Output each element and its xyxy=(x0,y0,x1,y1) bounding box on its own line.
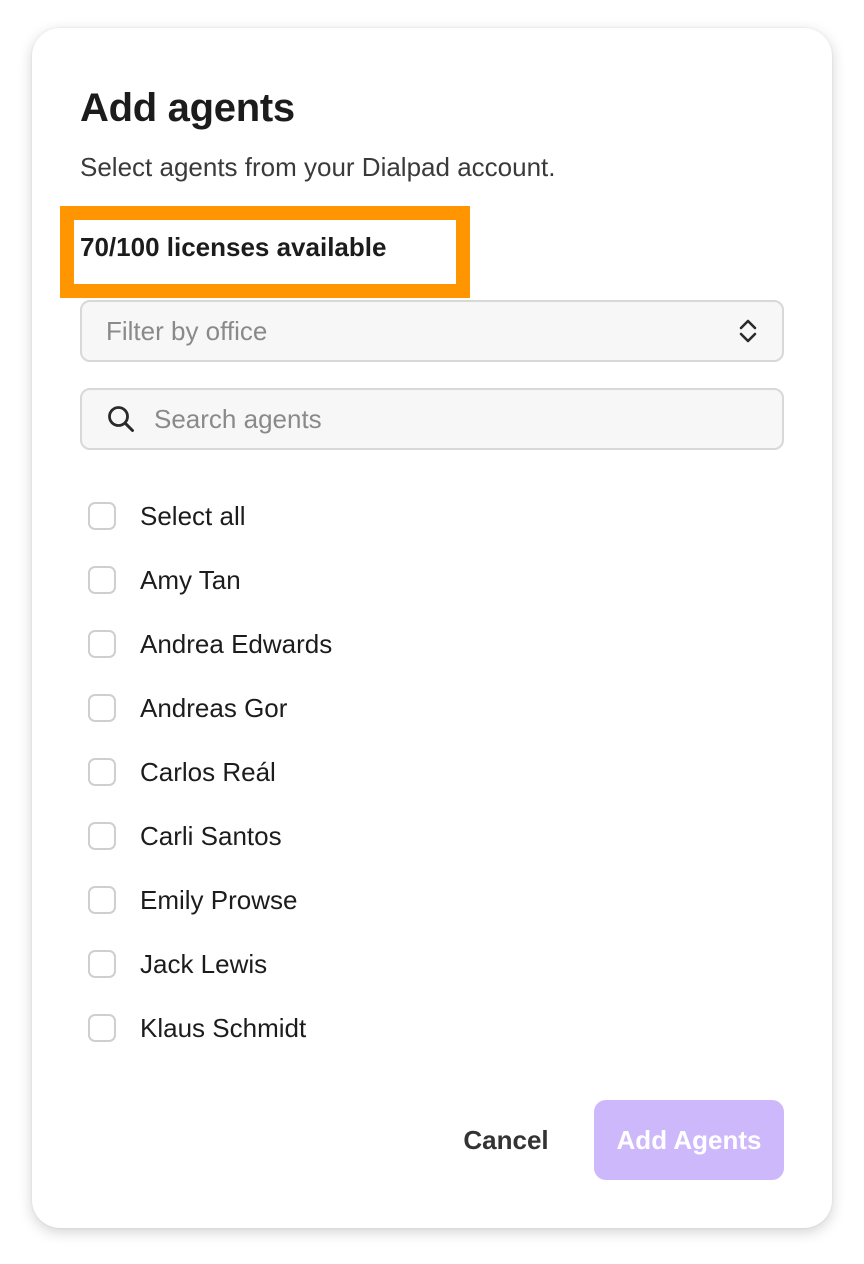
agent-name: Amy Tan xyxy=(140,564,241,595)
agent-name: Emily Prowse xyxy=(140,884,298,915)
agent-name: Jack Lewis xyxy=(140,948,268,979)
select-all-label: Select all xyxy=(140,500,246,531)
search-agents-field[interactable] xyxy=(80,388,784,450)
chevron-up-down-icon xyxy=(738,317,758,345)
select-all-checkbox[interactable] xyxy=(88,502,116,530)
agent-checkbox[interactable] xyxy=(88,1014,116,1042)
select-all-row[interactable]: Select all xyxy=(88,484,768,548)
licenses-available-text: 70/100 licenses available xyxy=(80,232,387,262)
search-agents-input[interactable] xyxy=(154,403,754,435)
list-item[interactable]: Andrea Edwards xyxy=(88,612,768,676)
filter-placeholder: Filter by office xyxy=(106,315,268,346)
agent-checkbox[interactable] xyxy=(88,630,116,658)
agent-name: Carli Santos xyxy=(140,820,282,851)
agent-name: Klaus Schmidt xyxy=(140,1012,307,1043)
search-icon xyxy=(106,404,136,434)
cancel-button[interactable]: Cancel xyxy=(446,1102,566,1178)
list-item[interactable]: Carlos Reál xyxy=(88,740,768,804)
agent-checkbox[interactable] xyxy=(88,822,116,850)
agent-name: Andrea Edwards xyxy=(140,628,333,659)
agent-checkbox[interactable] xyxy=(88,566,116,594)
list-item[interactable]: Klaus Schmidt xyxy=(88,996,768,1060)
agent-checkbox[interactable] xyxy=(88,758,116,786)
add-agents-dialog: Add agents Select agents from your Dialp… xyxy=(32,28,832,1228)
agent-checkbox[interactable] xyxy=(88,950,116,978)
filter-by-office-select[interactable]: Filter by office xyxy=(80,300,784,362)
agent-name: Carlos Reál xyxy=(140,756,276,787)
dialog-subtitle: Select agents from your Dialpad account. xyxy=(80,152,556,182)
list-item[interactable]: Jack Lewis xyxy=(88,932,768,996)
list-item[interactable]: Carli Santos xyxy=(88,804,768,868)
add-agents-button[interactable]: Add Agents xyxy=(594,1100,784,1180)
agent-name: Andreas Gor xyxy=(140,692,288,723)
list-item[interactable]: Amy Tan xyxy=(88,548,768,612)
agent-list: Select all Amy Tan Andrea Edwards Andrea… xyxy=(88,484,768,1060)
list-item[interactable]: Emily Prowse xyxy=(88,868,768,932)
agent-checkbox[interactable] xyxy=(88,694,116,722)
list-item[interactable]: Andreas Gor xyxy=(88,676,768,740)
dialog-title: Add agents xyxy=(80,86,295,130)
agent-checkbox[interactable] xyxy=(88,886,116,914)
